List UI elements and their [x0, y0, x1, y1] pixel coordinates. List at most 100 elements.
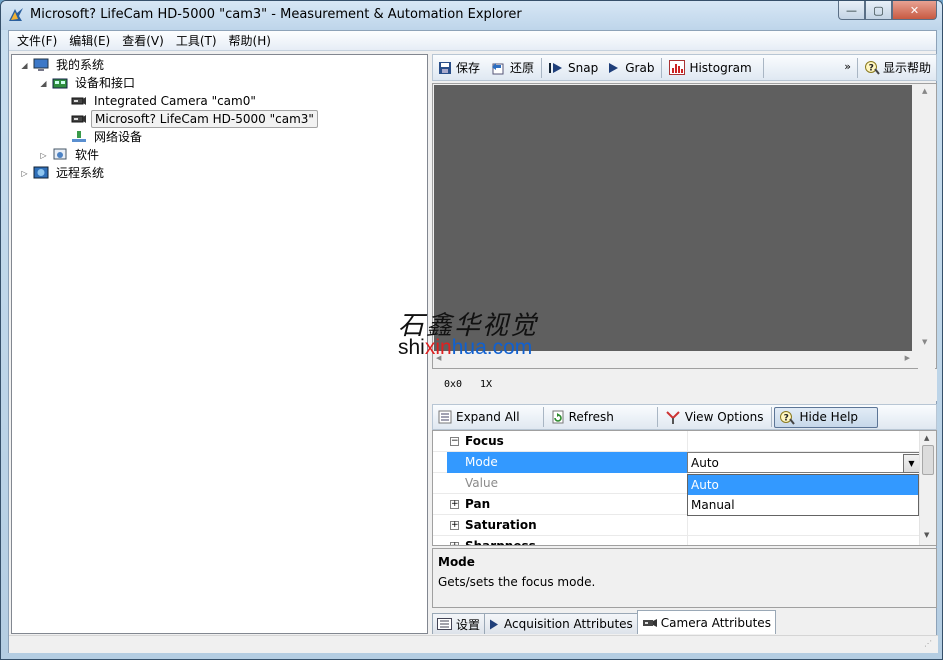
category-value-empty	[687, 515, 921, 536]
image-vertical-scrollbar[interactable]: ▲ ▼	[918, 85, 935, 369]
revert-label: 还原	[510, 61, 535, 75]
category-focus[interactable]: − Focus	[433, 431, 921, 452]
tree-item-cam0[interactable]: Integrated Camera "cam0"	[71, 92, 259, 110]
histogram-label: Histogram	[689, 60, 752, 75]
tree-label-cam3: Microsoft? LifeCam HD-5000 "cam3"	[91, 110, 318, 128]
help-icon: ?	[864, 60, 880, 75]
zoom-readout: 1X	[480, 379, 493, 390]
tree-item-my-system[interactable]: ◢ 我的系统	[20, 56, 107, 74]
status-bar: ⋰	[9, 635, 938, 653]
pixel-value-readout: 0x0	[444, 379, 463, 390]
toolbar-separator	[542, 407, 544, 427]
toolbar-separator	[770, 407, 772, 427]
maximize-button[interactable]: ▢	[865, 1, 892, 20]
category-label-sharpness: Sharpness	[465, 539, 536, 546]
menu-tools[interactable]: 工具(T)	[170, 31, 223, 51]
toolbar-separator	[656, 407, 658, 427]
expand-all-button[interactable]: Expand All	[433, 406, 525, 429]
property-row-mode[interactable]: Mode Auto ▼	[433, 452, 921, 473]
resize-grip-icon[interactable]: ⋰	[924, 639, 936, 651]
configuration-tree[interactable]: ◢ 我的系统 ◢ 设备和接口 Integrated Camera "cam0"	[11, 54, 428, 634]
help-description: Gets/sets the focus mode.	[438, 575, 596, 589]
mode-dropdown-list[interactable]: Auto Manual	[687, 474, 919, 516]
scroll-down-arrow-icon[interactable]: ▼	[924, 531, 929, 539]
property-grid-scrollbar[interactable]: ▲ ▼	[919, 431, 936, 545]
property-label-value: Value	[465, 476, 498, 490]
mode-select[interactable]: Auto ▼	[687, 452, 921, 473]
revert-icon	[490, 61, 506, 75]
tab-acquisition-label: Acquisition Attributes	[504, 617, 633, 631]
dropdown-arrow-icon[interactable]: ▼	[903, 454, 920, 473]
tree-label-my-system: 我的系统	[56, 58, 105, 72]
toolbar-separator	[661, 57, 663, 78]
camera-icon	[71, 94, 87, 108]
tree-label-software: 软件	[75, 148, 100, 162]
snap-label: Snap	[568, 60, 599, 75]
minimize-button[interactable]: —	[838, 1, 865, 20]
expand-all-label: Expand All	[456, 410, 520, 424]
grab-icon	[608, 62, 619, 74]
tree-item-software[interactable]: ▷ 软件	[39, 146, 102, 164]
menu-file[interactable]: 文件(F)	[11, 31, 63, 51]
save-icon	[438, 61, 452, 75]
collapse-arrow-icon[interactable]: ◢	[39, 79, 48, 88]
scroll-down-arrow-icon[interactable]: ▼	[922, 338, 927, 346]
snap-icon	[549, 62, 563, 74]
menu-help[interactable]: 帮助(H)	[223, 31, 277, 51]
scroll-left-arrow-icon[interactable]: ◀	[436, 354, 441, 362]
image-display[interactable]: ▲ ▼ ◀ ▶	[432, 83, 937, 369]
scroll-up-arrow-icon[interactable]: ▲	[922, 87, 927, 95]
mode-select-value: Auto	[691, 456, 719, 470]
menu-bar: 文件(F) 编辑(E) 查看(V) 工具(T) 帮助(H)	[9, 31, 936, 51]
category-sharpness[interactable]: + Sharpness	[433, 536, 921, 546]
grab-button[interactable]: Grab	[603, 56, 659, 79]
histogram-button[interactable]: Histogram	[664, 56, 756, 79]
close-button[interactable]: ✕	[892, 1, 937, 20]
collapse-arrow-icon[interactable]: ◢	[20, 61, 29, 70]
play-icon	[489, 619, 499, 630]
category-saturation[interactable]: + Saturation	[433, 515, 921, 536]
tab-camera-label: Camera Attributes	[660, 615, 771, 630]
dropdown-option-manual[interactable]: Manual	[688, 495, 918, 515]
help-icon: ?	[779, 410, 795, 425]
category-label-saturation: Saturation	[465, 518, 537, 532]
expand-all-icon	[438, 410, 452, 424]
network-icon	[71, 130, 87, 144]
category-value-empty	[687, 431, 921, 452]
expand-arrow-icon[interactable]: ▷	[20, 169, 29, 178]
view-options-button[interactable]: View Options	[660, 406, 769, 429]
dropdown-option-auto[interactable]: Auto	[688, 475, 918, 495]
snap-button[interactable]: Snap	[544, 56, 603, 79]
revert-button[interactable]: 还原	[485, 56, 539, 79]
settings-icon	[437, 618, 452, 630]
camera-icon	[71, 112, 87, 126]
title-bar[interactable]: Microsoft? LifeCam HD-5000 "cam3" - Meas…	[1, 1, 942, 30]
menu-view[interactable]: 查看(V)	[116, 31, 170, 51]
show-help-button[interactable]: ? 显示帮助	[860, 56, 936, 79]
svg-text:?: ?	[783, 413, 788, 423]
tree-item-devices[interactable]: ◢ 设备和接口	[39, 74, 138, 92]
hide-help-button[interactable]: ? Hide Help	[773, 406, 878, 428]
tab-acquisition-attributes[interactable]: Acquisition Attributes	[484, 613, 638, 634]
refresh-icon	[551, 410, 565, 424]
scroll-up-arrow-icon[interactable]: ▲	[924, 434, 929, 442]
tree-item-remote[interactable]: ▷ 远程系统	[20, 164, 107, 182]
menu-edit[interactable]: 编辑(E)	[63, 31, 116, 51]
scroll-right-arrow-icon[interactable]: ▶	[905, 354, 910, 362]
tab-settings[interactable]: 设置	[432, 613, 486, 634]
expand-arrow-icon[interactable]: ▷	[39, 151, 48, 160]
image-horizontal-scrollbar[interactable]: ◀ ▶	[434, 351, 912, 368]
property-grid[interactable]: − Focus Mode Auto ▼ Value + Pan + Satura…	[432, 430, 937, 546]
toolbar-overflow-button[interactable]: »	[840, 55, 855, 78]
scroll-thumb[interactable]	[922, 445, 934, 475]
save-button[interactable]: 保存	[433, 56, 485, 79]
refresh-button[interactable]: Refresh	[546, 406, 619, 429]
tree-item-network[interactable]: 网络设备	[71, 128, 145, 146]
tree-item-cam3[interactable]: Microsoft? LifeCam HD-5000 "cam3"	[71, 110, 318, 128]
category-label-focus: Focus	[465, 434, 504, 448]
acquisition-toolbar: 保存 还原 Snap Grab Histogram » ? 显示帮助	[432, 54, 937, 81]
camera-image[interactable]	[434, 85, 912, 351]
tab-camera-attributes[interactable]: Camera Attributes	[636, 610, 776, 634]
category-value-empty	[687, 536, 921, 545]
refresh-label: Refresh	[568, 410, 614, 424]
